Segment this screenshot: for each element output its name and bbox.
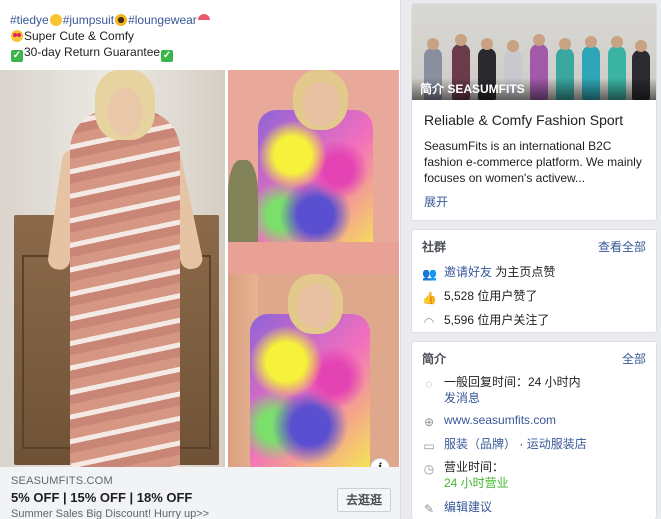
about-see-all-link[interactable]: 全部: [622, 350, 646, 367]
pencil-icon: ✎: [423, 502, 435, 516]
community-card: 社群 查看全部 👥 邀请好友 为主页点赞 👍 5,528 位用户赞了 ◠ 5,596 …: [411, 229, 657, 333]
post-line-2-text: Super Cute & Comfy: [24, 29, 135, 43]
clock-icon: ◷: [423, 462, 435, 476]
product-photo-loungewear-2[interactable]: [228, 274, 399, 467]
ad-domain: SEASUMFITS.COM: [11, 475, 113, 487]
community-heading: 社群: [422, 240, 447, 254]
website-link[interactable]: www.seasumfits.com: [444, 413, 556, 427]
post-line-3: ✓ 30-day Return Guarantee ✓: [10, 44, 390, 62]
model-head: [95, 70, 155, 140]
category-link-2[interactable]: 运动服装店: [527, 437, 587, 451]
suggest-edit-row: ✎ 编辑建议: [422, 499, 492, 516]
tiedye-loungewear-set: [250, 314, 370, 467]
cover-label: 简介 SEASUMFITS: [412, 78, 656, 100]
likes-count: 5,528 位用户赞了: [444, 289, 538, 303]
umbrella-emoji-icon: [197, 14, 210, 26]
ad-description: Summer Sales Big Discount! Hurry up>>: [11, 508, 210, 519]
model-face: [298, 284, 334, 328]
invite-friends-icon: 👥: [422, 267, 437, 281]
hashtag-jumpsuit[interactable]: #jumpsuit: [63, 13, 114, 27]
response-time-row: ◌ 一般回复时间：24 小时内: [422, 374, 581, 391]
about-heading: 简介: [422, 352, 447, 366]
suggest-edit-link[interactable]: 编辑建议: [444, 500, 492, 514]
about-card: 简介 全部 ◌ 一般回复时间：24 小时内 发消息 ⊕ www.seasumfits…: [411, 341, 657, 519]
hashtag-tiedye[interactable]: #tiedye: [10, 13, 49, 27]
hours-label: 营业时间：: [444, 460, 505, 474]
sunflower-emoji-icon: [115, 14, 128, 26]
response-time-text: 一般回复时间：24 小时内: [444, 375, 581, 389]
page-description: SeasumFits is an international B2C fashi…: [424, 139, 642, 185]
likes-row: 👍 5,528 位用户赞了: [422, 288, 537, 305]
follows-row: ◠ 5,596 位用户关注了: [422, 312, 550, 329]
expand-link[interactable]: 展开: [424, 193, 448, 210]
product-photo-loungewear-1[interactable]: [228, 70, 399, 242]
invite-row: 👥 邀请好友 为主页点赞: [422, 264, 555, 281]
model-face: [303, 82, 339, 126]
ad-headline: 5% OFF | 15% OFF | 18% OFF: [11, 490, 193, 505]
check-emoji-icon: ✓: [161, 50, 174, 62]
ad-link-footer[interactable]: SEASUMFITS.COM 5% OFF | 15% OFF | 18% OF…: [0, 467, 400, 519]
post-line-tags: #tiedye #jumpsuit #loungewear: [10, 12, 390, 28]
heart-eyes-emoji-icon: [11, 30, 23, 42]
check-emoji-icon: ✓: [11, 50, 23, 62]
hours-row: ◷ 营业时间：: [422, 459, 504, 476]
sun-emoji-icon: [49, 14, 62, 26]
website-row: ⊕ www.seasumfits.com: [422, 412, 556, 429]
hours-value: 24 小时营业: [444, 476, 509, 490]
post-line-2: Super Cute & Comfy: [10, 28, 390, 44]
product-photo-jumpsuit[interactable]: [0, 70, 225, 467]
rss-follow-icon: ◠: [423, 315, 435, 329]
category-row: ▭ 服装（品牌） · 运动服装店: [422, 436, 587, 453]
post-line-3-text: 30-day Return Guarantee: [24, 45, 161, 59]
invite-suffix: 为主页点赞: [492, 265, 556, 279]
ad-post: #tiedye #jumpsuit #loungewear Super Cute &…: [0, 0, 401, 519]
category-separator: ·: [516, 437, 527, 451]
photo-gap: [228, 242, 399, 274]
messenger-icon: ◌: [425, 377, 433, 391]
hashtag-loungewear[interactable]: #loungewear: [128, 13, 197, 27]
page-info-card: 简介 SEASUMFITS Reliable & Comfy Fashion S…: [411, 3, 657, 221]
send-message-row: 发消息: [444, 390, 480, 406]
category-link-1[interactable]: 服装（品牌）: [444, 437, 516, 451]
globe-icon: ⊕: [423, 415, 435, 429]
shop-now-button[interactable]: 去逛逛: [337, 488, 391, 512]
tiedye-jumpsuit: [70, 110, 180, 467]
thumbs-up-icon: 👍: [422, 291, 437, 305]
follows-count: 5,596 位用户关注了: [444, 313, 550, 327]
invite-friends-link[interactable]: 邀请好友: [444, 265, 492, 279]
plant: [228, 160, 258, 242]
page-title[interactable]: Reliable & Comfy Fashion Sport: [424, 112, 623, 128]
tag-icon: ▭: [423, 439, 435, 453]
post-text: #tiedye #jumpsuit #loungewear Super Cute &…: [10, 12, 390, 62]
page-cover-photo[interactable]: 简介 SEASUMFITS: [412, 4, 656, 100]
community-see-all-link[interactable]: 查看全部: [598, 238, 646, 255]
send-message-link[interactable]: 发消息: [444, 391, 480, 405]
